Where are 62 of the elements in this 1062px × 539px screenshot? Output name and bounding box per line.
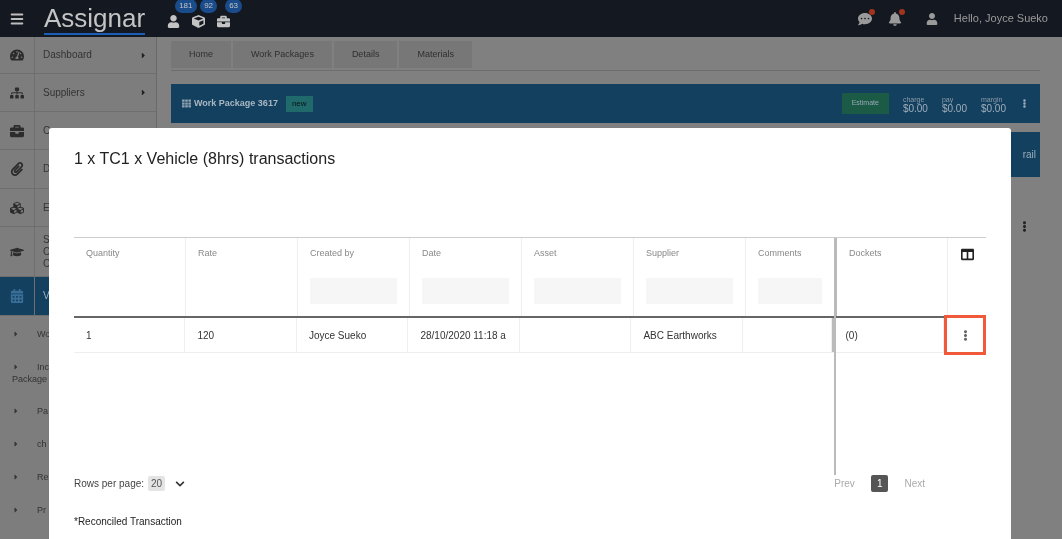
logo: Assignar (44, 2, 146, 35)
table-cell-text: 28/10/2020 11:18 a (420, 328, 506, 343)
column-title: Rate (198, 247, 218, 260)
sidebar-item[interactable]: Dashboard (0, 37, 156, 74)
count-badge: 92 (200, 0, 218, 13)
breadcrumb[interactable]: Home (171, 41, 231, 68)
column-title: Created by (310, 247, 356, 260)
caret-icon (12, 363, 20, 371)
caret-icon (12, 440, 20, 448)
column-title: Comments (758, 247, 803, 260)
caret-icon (12, 506, 20, 514)
grid-icon (182, 99, 191, 108)
cube-icon[interactable] (192, 15, 206, 28)
page-button[interactable]: 1 (870, 475, 889, 492)
footnote: *Reconciled Transaction (74, 516, 183, 527)
breadcrumb[interactable]: Work Packages (233, 41, 332, 68)
table-cell-text: 1 (86, 328, 92, 343)
column-title: Supplier (646, 247, 681, 260)
column-title: Quantity (86, 247, 121, 260)
cubes-icon (10, 200, 24, 215)
sitemap-icon (10, 85, 24, 100)
gauge-icon (10, 48, 24, 62)
column-title: Asset (534, 247, 558, 260)
stat-value: $0.00 (980, 103, 1006, 113)
column-title: Date (422, 247, 442, 260)
column-title: Dockets (849, 247, 883, 260)
count-badge: 181 (175, 0, 197, 13)
briefcase-icon (10, 123, 24, 138)
status-badge: new (285, 95, 313, 112)
dialog-title: 1 x TC1 x Vehicle (8hrs) transactions (74, 149, 337, 169)
prev-button[interactable]: Prev (834, 476, 855, 491)
chat-icon[interactable] (857, 11, 872, 26)
next-button[interactable]: Next (904, 476, 925, 491)
sidebar-item[interactable]: Suppliers (0, 74, 156, 112)
chevron-down-icon[interactable] (175, 478, 186, 489)
breadcrumb[interactable]: Details (333, 41, 398, 68)
calendar-icon (10, 289, 24, 303)
user-icon (925, 12, 938, 25)
stat-value: $0.00 (941, 103, 967, 113)
stat-value: $0.00 (902, 103, 928, 113)
row-actions-button[interactable] (944, 315, 986, 355)
user-greeting[interactable]: Hello, Joyce Sueko (953, 10, 1048, 27)
table-cell-text: Joyce Sueko (308, 328, 367, 343)
count-badge: 63 (225, 0, 243, 13)
bell-icon[interactable] (887, 11, 902, 26)
package-title: Work Package 3617 (194, 96, 278, 110)
more-icon[interactable] (1020, 99, 1029, 108)
table-cell-text: (0) (845, 328, 858, 343)
caret-icon (139, 50, 148, 60)
caret-icon (139, 88, 148, 97)
caret-icon (12, 330, 20, 338)
briefcase-icon[interactable] (217, 15, 231, 28)
paperclip-icon (10, 162, 24, 176)
rows-per-page-select[interactable]: 20 (148, 476, 166, 491)
breadcrumb[interactable]: Materials (399, 41, 472, 68)
caret-icon (12, 407, 20, 415)
user-icon[interactable] (167, 15, 181, 28)
table-cell-text: 120 (197, 328, 215, 343)
caret-icon (12, 473, 20, 481)
columns-icon[interactable] (960, 248, 974, 261)
table-cell-text: ABC Earthworks (643, 328, 717, 343)
rows-per-page-label: Rows per page: (74, 477, 145, 491)
